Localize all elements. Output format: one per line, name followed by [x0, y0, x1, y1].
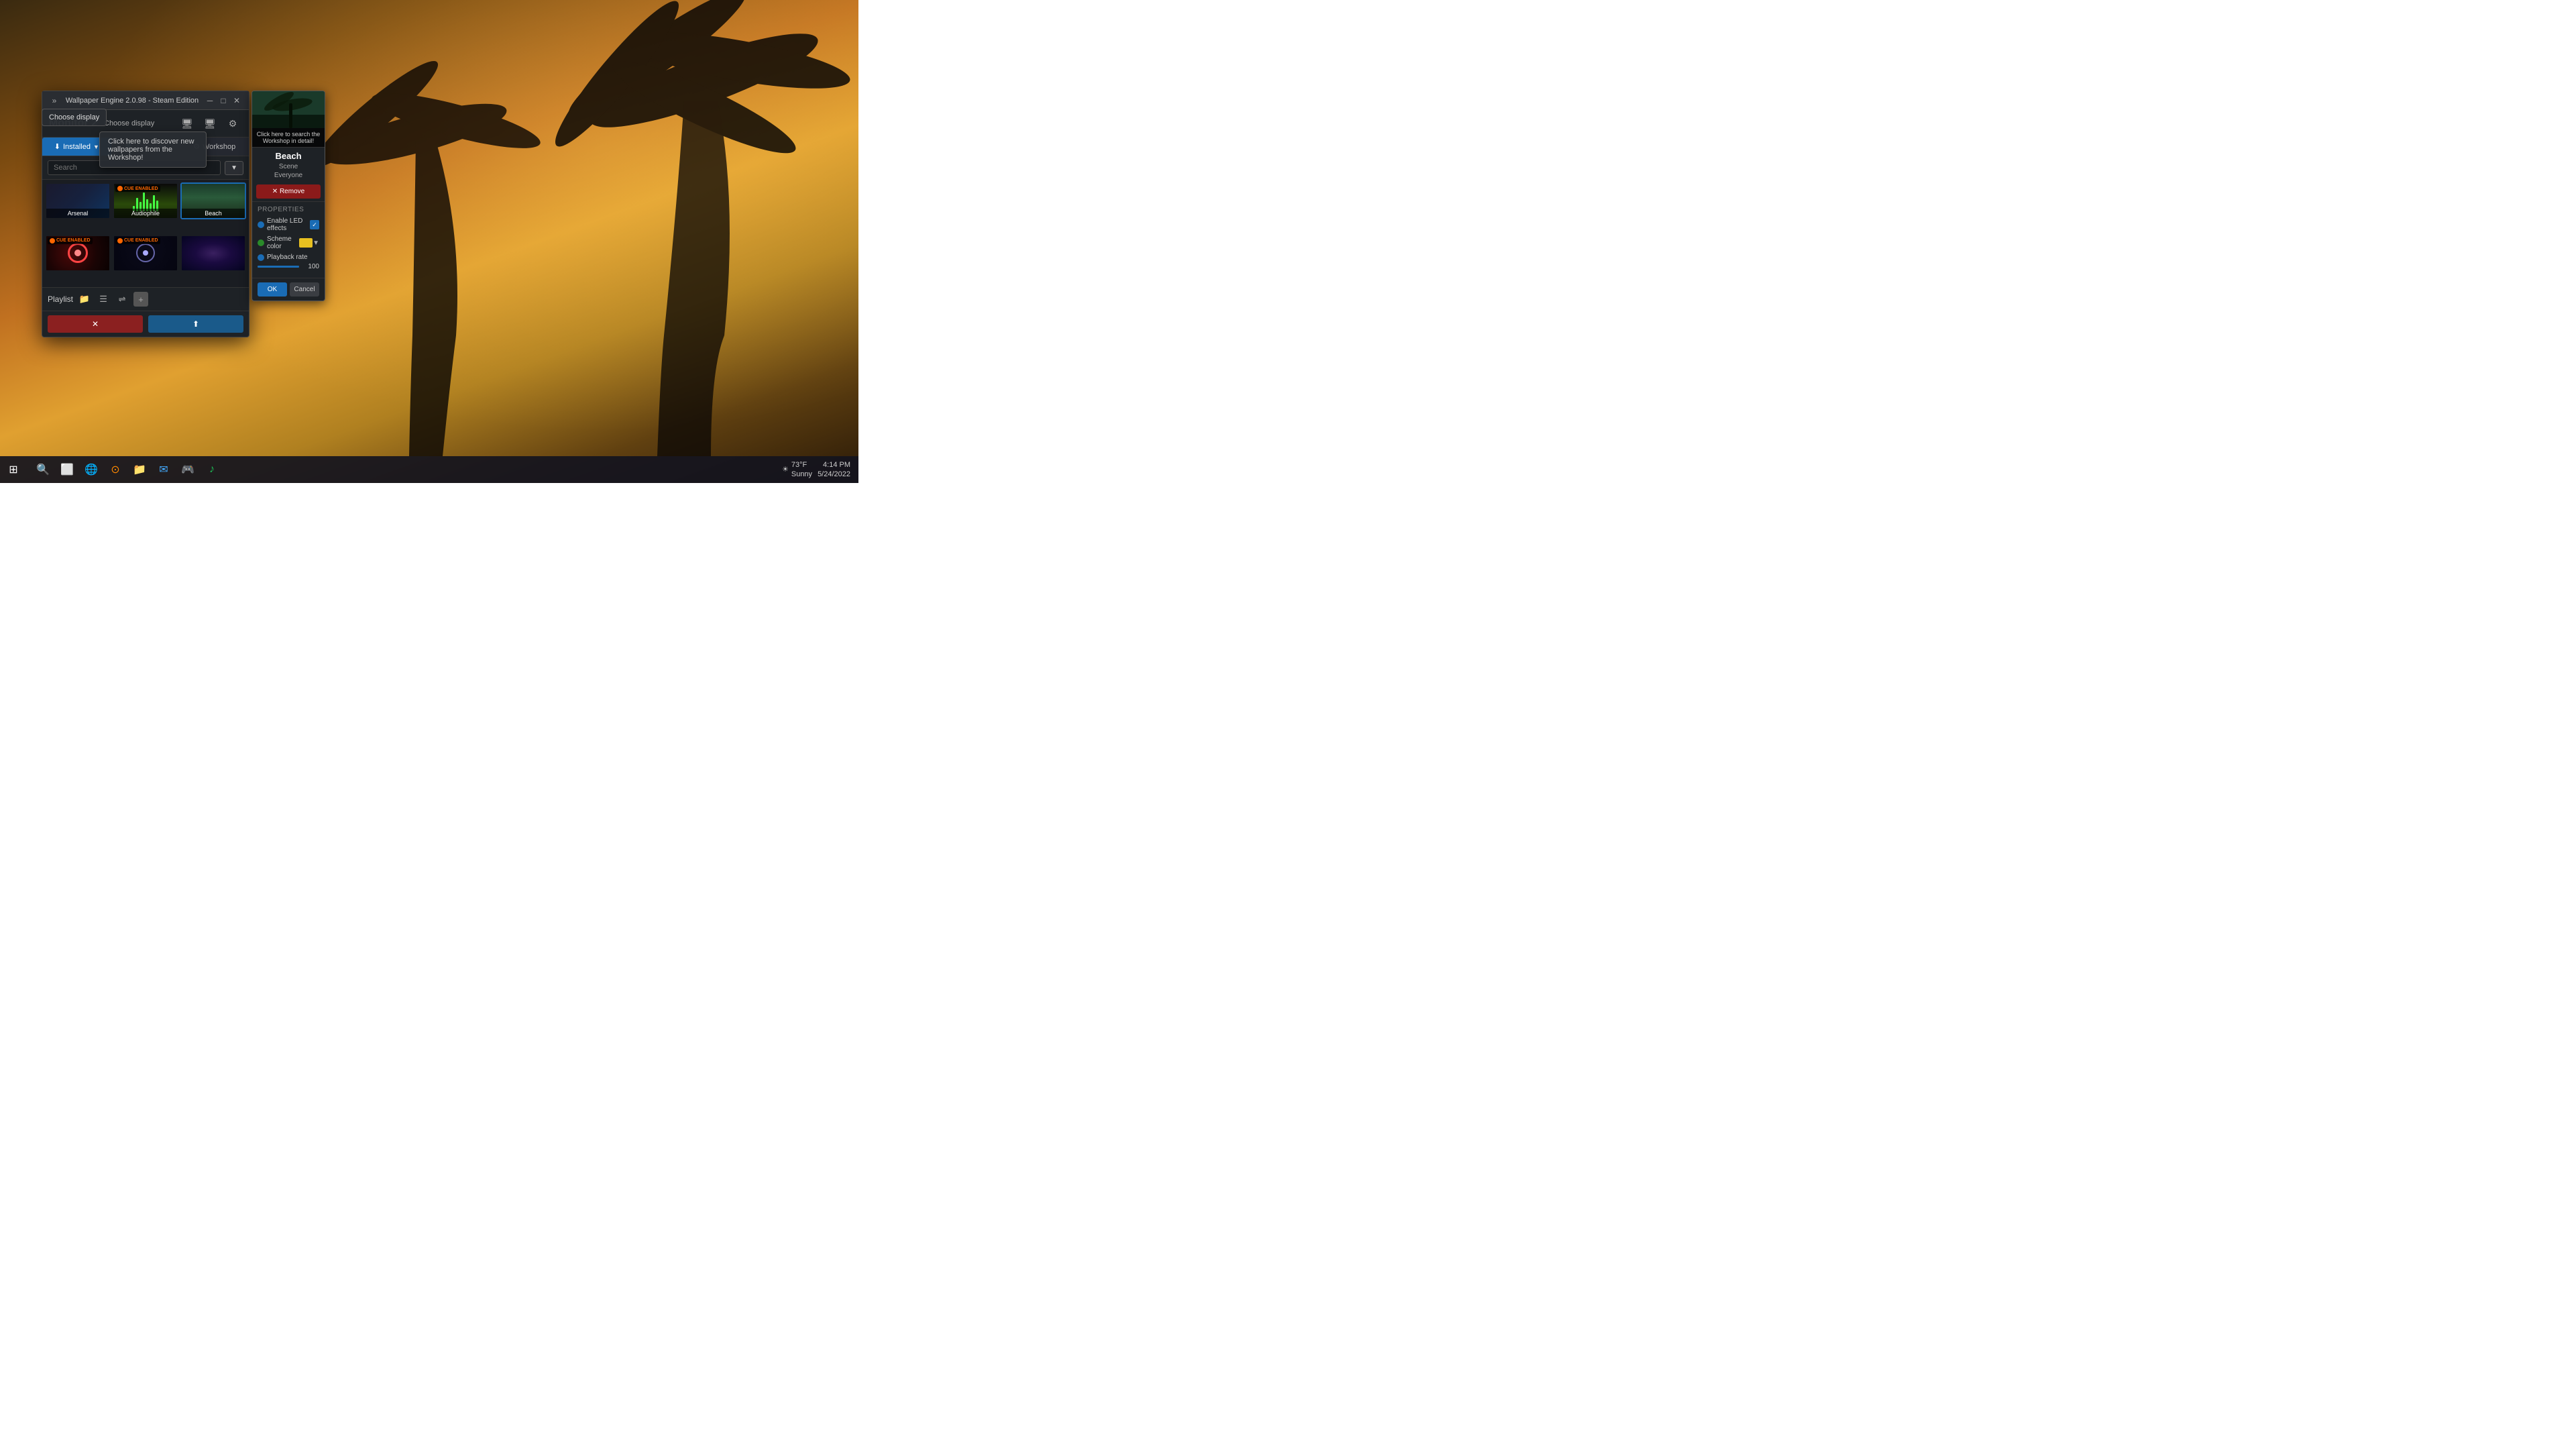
wallpaper-item-cue2[interactable]: CUE ENABLED [113, 235, 178, 272]
cue-badge-1: CUE ENABLED [48, 237, 93, 244]
led-effects-checkbox[interactable]: ✓ [310, 220, 319, 229]
popup-wallpaper-preview [252, 91, 325, 128]
start-button[interactable]: ⊞ [0, 456, 27, 483]
led-icon [258, 221, 264, 228]
choose-display-text: Choose display [49, 113, 99, 121]
taskbar-edge-icon[interactable]: 🌐 [80, 459, 102, 480]
playlist-folder-icon[interactable]: 📁 [77, 292, 92, 307]
taskbar-mail-icon[interactable]: ✉ [153, 459, 174, 480]
popup-wallpaper-name: Beach [252, 148, 325, 162]
taskbar-spotify-icon[interactable]: ♪ [201, 459, 223, 480]
playback-rate-label: Playback rate [267, 254, 319, 261]
playback-rate-value: 100 [303, 263, 319, 270]
discover-tooltip-text: Click here to discover new wallpapers fr… [108, 138, 194, 162]
popup-action-buttons: OK Cancel [252, 278, 325, 301]
playback-icon [258, 254, 264, 261]
color-dropdown-arrow[interactable]: ▼ [313, 239, 319, 247]
playback-rate-row: Playback rate 100 [258, 254, 319, 270]
properties-title: Properties [258, 206, 319, 213]
color-swatch[interactable] [299, 238, 313, 248]
wallpaper-grid: Arsenal Audiophile CUE ENABLED [42, 180, 249, 287]
playback-slider-container: 100 [258, 263, 319, 270]
wallpaper-label-audiophile: Audiophile [114, 209, 177, 218]
playlist-shuffle-icon[interactable]: ⇌ [115, 292, 129, 307]
monitor-icon-1[interactable]: 🖥 [178, 115, 197, 131]
popup-search-link[interactable]: Click here to search the Workshop in det… [252, 128, 325, 148]
popup-wallpaper-type: Scene [252, 162, 325, 171]
wallpaper-engine-window: » Wallpaper Engine 2.0.98 - Steam Editio… [42, 91, 249, 337]
discover-tooltip: Click here to discover new wallpapers fr… [99, 131, 207, 168]
scheme-color-row: Scheme color ▼ [258, 235, 319, 250]
cue-badge-audiophile: CUE ENABLED [115, 185, 160, 192]
popup-wallpaper-rating: Everyone [252, 171, 325, 182]
settings-icon-btn[interactable]: ⚙ [223, 115, 242, 131]
taskbar: ⊞ 🔍 ⬜ 🌐 ⊙ 📁 ✉ 🎮 ♪ ☀ 73°F Sunny 4:14 PM 5… [0, 456, 858, 483]
taskbar-search-icon[interactable]: 🔍 [32, 459, 54, 480]
window-title: Wallpaper Engine 2.0.98 - Steam Edition [61, 97, 203, 105]
wallpaper-label-arsenal: Arsenal [46, 209, 109, 218]
wallpaper-item-audiophile[interactable]: Audiophile CUE ENABLED [113, 182, 178, 219]
wallpaper-item-beach[interactable]: Beach [180, 182, 246, 219]
cancel-button[interactable]: ✕ [48, 315, 143, 333]
popup-panel: Click here to search the Workshop in det… [251, 91, 325, 301]
clock-time: 4:14 PM [818, 460, 850, 470]
taskbar-right: ☀ 73°F Sunny 4:14 PM 5/24/2022 [774, 460, 858, 480]
audiophile-bars [133, 191, 158, 211]
maximize-button[interactable]: □ [217, 94, 230, 107]
color-swatch-container: ▼ [299, 238, 319, 248]
bottom-buttons: ✕ ⬆ [42, 311, 249, 337]
expand-button[interactable]: » [48, 94, 61, 107]
upload-button[interactable]: ⬆ [148, 315, 243, 333]
wallpaper-item-galaxy[interactable] [180, 235, 246, 272]
popup-cancel-button[interactable]: Cancel [290, 282, 319, 297]
weather-temp: 73°F [791, 460, 812, 470]
sort-button[interactable]: ▼ [225, 161, 243, 175]
playlist-row: Playlist 📁 ☰ ⇌ + [42, 287, 249, 311]
led-effects-row: Enable LED effects ✓ [258, 217, 319, 232]
clock-date: 5/24/2022 [818, 470, 850, 479]
monitor-icon-2[interactable]: 🖥 [201, 115, 219, 131]
taskbar-taskview-icon[interactable]: ⬜ [56, 459, 78, 480]
clock: 4:14 PM 5/24/2022 [818, 460, 850, 480]
playback-slider[interactable] [258, 266, 299, 268]
wallpaper-item-cue1[interactable]: CUE ENABLED [45, 235, 111, 272]
minimize-button[interactable]: ─ [203, 94, 217, 107]
scheme-color-icon [258, 239, 264, 246]
scheme-color-label: Scheme color [267, 235, 296, 250]
weather-desc: Sunny [791, 470, 812, 479]
monitor-icons: 🖥 🖥 ⚙ [178, 115, 242, 131]
weather-widget: ☀ 73°F Sunny [782, 460, 812, 480]
popup-remove-button[interactable]: ✕ Remove [256, 184, 321, 199]
popup-preview-svg [252, 91, 325, 128]
titlebar: » Wallpaper Engine 2.0.98 - Steam Editio… [42, 91, 249, 110]
cue-badge-2: CUE ENABLED [115, 237, 160, 244]
close-button[interactable]: ✕ [230, 94, 243, 107]
playlist-add-icon[interactable]: + [133, 292, 148, 307]
playlist-label: Playlist [48, 294, 73, 304]
choose-display-button[interactable]: Choose display [104, 119, 154, 127]
wallpaper-label-beach: Beach [182, 209, 245, 218]
properties-section: Properties Enable LED effects ✓ Scheme c… [252, 201, 325, 278]
taskbar-steam-icon[interactable]: 🎮 [177, 459, 199, 480]
wallpaper-item-arsenal[interactable]: Arsenal [45, 182, 111, 219]
taskbar-chrome-icon[interactable]: ⊙ [105, 459, 126, 480]
popup-ok-button[interactable]: OK [258, 282, 287, 297]
playlist-list-icon[interactable]: ☰ [96, 292, 111, 307]
choose-display-tooltip: Choose display [42, 109, 107, 126]
taskbar-icons: 🔍 ⬜ 🌐 ⊙ 📁 ✉ 🎮 ♪ [27, 459, 774, 480]
taskbar-explorer-icon[interactable]: 📁 [129, 459, 150, 480]
led-effects-label: Enable LED effects [267, 217, 307, 232]
